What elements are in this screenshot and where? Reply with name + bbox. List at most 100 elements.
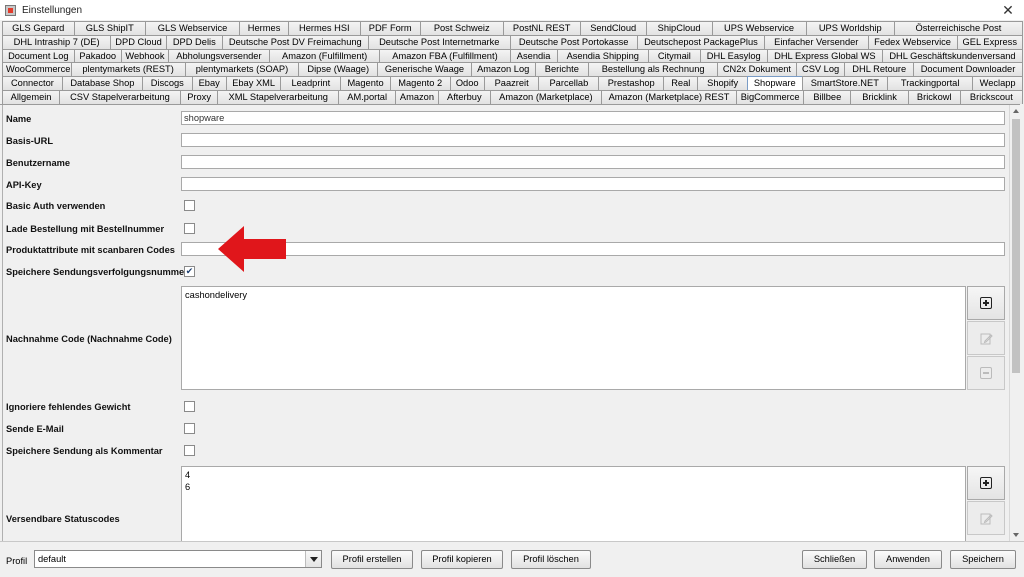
tab-postnl-rest[interactable]: PostNL REST [502,21,581,35]
speichere-kommentar-checkbox[interactable] [184,445,195,456]
tab-webhook[interactable]: Webhook [120,48,170,63]
tab-woocommerce[interactable]: WooCommerce [2,62,72,77]
tab-magento-2[interactable]: Magento 2 [389,76,451,90]
profil-erstellen-button[interactable]: Profil erstellen [331,550,413,569]
tab-brickscout[interactable]: Brickscout [959,89,1023,104]
tab-citymail[interactable]: Citymail [647,48,701,63]
basis-url-field[interactable] [181,133,1005,147]
tab-document-downloader[interactable]: Document Downloader [913,62,1023,77]
tab-brickowl[interactable]: Brickowl [907,89,961,104]
chevron-down-icon[interactable] [305,551,321,567]
tab-dhl-geschäftskundenversand[interactable]: DHL Geschäftskundenversand [882,48,1023,63]
tab-dpd-delis[interactable]: DPD Delis [165,34,223,49]
tab-csv-stapelverarbeitung[interactable]: CSV Stapelverarbeitung [59,89,181,104]
tab-leadprint[interactable]: Leadprint [280,76,342,90]
tab-shipcloud[interactable]: ShipCloud [645,21,713,35]
tab-cn2x-dokument[interactable]: CN2x Dokument [717,62,797,77]
speichere-sendung-checkbox[interactable]: ✔ [184,266,195,277]
tab-ups-webservice[interactable]: UPS Webservice [711,21,807,35]
tab-amazon-fulfillment[interactable]: Amazon (Fulfillment) [268,48,381,63]
tab-deutschepost-packageplus[interactable]: Deutschepost PackagePlus [636,34,766,49]
tab-trackingportal[interactable]: Trackingportal [886,76,974,90]
tab-shopware[interactable]: Shopware [746,76,803,90]
tab-fedex-webservice[interactable]: Fedex Webservice [867,34,958,49]
tab-bricklink[interactable]: Bricklink [850,89,909,104]
tab-gls-gepard[interactable]: GLS Gepard [2,21,75,35]
tab-shopify[interactable]: Shopify [697,76,748,90]
tab-afterbuy[interactable]: Afterbuy [437,89,491,104]
scrollbar-thumb[interactable] [1012,119,1020,373]
tab-amazon[interactable]: Amazon [395,89,439,104]
list-item[interactable]: cashondelivery [185,289,962,301]
tab-database-shop[interactable]: Database Shop [61,76,144,90]
tab-bigcommerce[interactable]: BigCommerce [736,89,805,104]
statuscodes-add-button[interactable] [967,466,1005,500]
nachnahme-remove-button[interactable] [967,356,1005,390]
tab-dhl-express-global-ws[interactable]: DHL Express Global WS [766,48,884,63]
tab-amazon-marketplace[interactable]: Amazon (Marketplace) [489,89,602,104]
tab-pdf-form[interactable]: PDF Form [359,21,421,35]
statuscodes-list[interactable]: 4 6 [181,466,966,541]
tab-magento[interactable]: Magento [340,76,391,90]
tab-generische-waage[interactable]: Generische Waage [377,62,472,77]
tab-paazreit[interactable]: Paazreit [483,76,540,90]
tab-ebay-xml[interactable]: Ebay XML [225,76,282,90]
tab-berichte[interactable]: Berichte [534,62,590,77]
tab-odoo[interactable]: Odoo [449,76,485,90]
tab-prestashop[interactable]: Prestashop [598,76,665,90]
tab-xml-stapelverarbeitung[interactable]: XML Stapelverarbeitung [217,89,340,104]
profil-select[interactable]: default [34,550,322,568]
tab-amazon-fba-fulfillment[interactable]: Amazon FBA (Fulfillment) [379,48,511,63]
ignoriere-gewicht-checkbox[interactable] [184,401,195,412]
tab-weclapp[interactable]: Weclapp [972,76,1023,90]
close-icon[interactable]: ✕ [1000,2,1016,18]
tab-deutsche-post-dv-freimachung[interactable]: Deutsche Post DV Freimachung [221,34,369,49]
tab-abholungsversender[interactable]: Abholungsversender [168,48,270,63]
tab-dhl-retoure[interactable]: DHL Retoure [844,62,915,77]
tab-gel-express[interactable]: GEL Express [956,34,1023,49]
tab-allgemein[interactable]: Allgemein [2,89,61,104]
tab-amazon-marketplace-rest[interactable]: Amazon (Marketplace) REST [600,89,738,104]
tab-bestellung-als-rechnung[interactable]: Bestellung als Rechnung [588,62,719,77]
lade-bestellung-checkbox[interactable] [184,223,195,234]
tab-parcellab[interactable]: Parcellab [538,76,600,90]
tab-billbee[interactable]: Billbee [803,89,852,104]
tab-csv-log[interactable]: CSV Log [795,62,846,77]
tab-österreichische-post[interactable]: Österreichische Post [894,21,1023,35]
tab-dhl-intraship-7-de[interactable]: DHL Intraship 7 (DE) [2,34,112,49]
vertical-scrollbar[interactable] [1009,105,1022,541]
tab-dhl-easylog[interactable]: DHL Easylog [699,48,768,63]
tab-plentymarkets-soap[interactable]: plentymarkets (SOAP) [184,62,300,77]
profil-kopieren-button[interactable]: Profil kopieren [421,550,503,569]
tab-discogs[interactable]: Discogs [142,76,193,90]
tab-gls-webservice[interactable]: GLS Webservice [145,21,241,35]
tab-amazon-log[interactable]: Amazon Log [470,62,536,77]
speichern-button[interactable]: Speichern [950,550,1016,569]
basic-auth-checkbox[interactable] [184,200,195,211]
tab-plentymarkets-rest[interactable]: plentymarkets (REST) [70,62,186,77]
name-field[interactable]: shopware [181,111,1005,125]
nachnahme-add-button[interactable] [967,286,1005,320]
tab-asendia-shipping[interactable]: Asendia Shipping [556,48,649,63]
sende-email-checkbox[interactable] [184,423,195,434]
tab-hermes[interactable]: Hermes [239,21,290,35]
tab-document-log[interactable]: Document Log [2,48,75,63]
tab-einfacher-versender[interactable]: Einfacher Versender [764,34,869,49]
nachnahme-edit-button[interactable] [967,321,1005,355]
list-item[interactable]: 4 [185,469,962,481]
scroll-up-icon[interactable] [1013,109,1019,113]
tab-ups-worldship[interactable]: UPS Worldship [805,21,895,35]
api-key-field[interactable] [181,177,1005,191]
tab-hermes-hsi[interactable]: Hermes HSI [288,21,361,35]
profil-loeschen-button[interactable]: Profil löschen [511,550,591,569]
tab-deutsche-post-portokasse[interactable]: Deutsche Post Portokasse [509,34,638,49]
tab-pakadoo[interactable]: Pakadoo [73,48,122,63]
benutzername-field[interactable] [181,155,1005,169]
schliessen-button[interactable]: Schließen [802,550,867,569]
nachnahme-list[interactable]: cashondelivery [181,286,966,390]
tab-gls-shipit[interactable]: GLS ShipIT [73,21,147,35]
tab-dipse-waage[interactable]: Dipse (Waage) [298,62,379,77]
tab-deutsche-post-internetmarke[interactable]: Deutsche Post Internetmarke [367,34,511,49]
produktattribute-field[interactable] [181,242,1005,256]
scroll-down-icon[interactable] [1013,533,1019,537]
